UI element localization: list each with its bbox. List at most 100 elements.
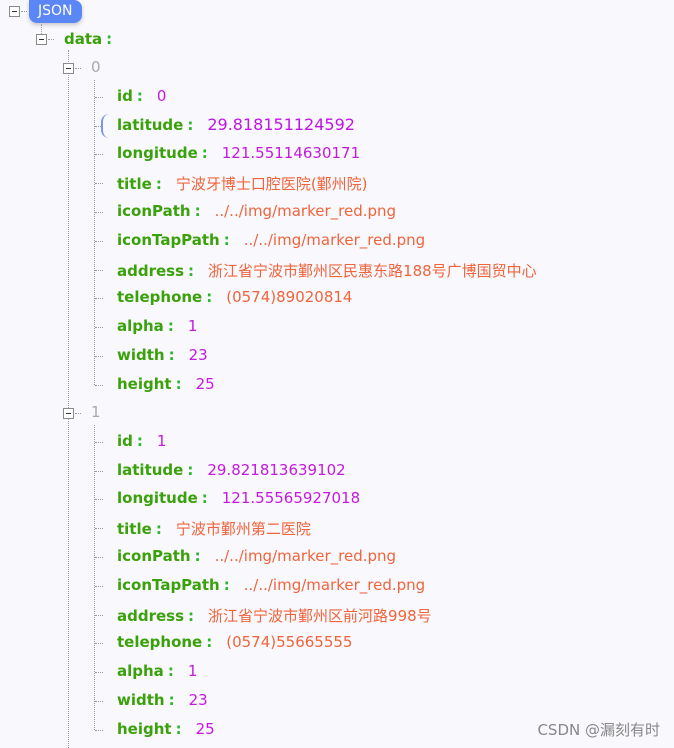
field-value[interactable]: 29.818151124592	[207, 115, 355, 134]
field-row-iconTapPath[interactable]: iconTapPath: ../../img/marker_red.png	[117, 231, 425, 249]
field-value[interactable]: 1	[157, 432, 167, 450]
field-colon: :	[201, 144, 208, 163]
field-key: iconPath	[117, 202, 191, 220]
field-row-address[interactable]: address: 浙江省宁波市鄞州区前河路998号	[117, 605, 432, 626]
field-key: telephone	[117, 288, 203, 307]
field-row-longitude[interactable]: longitude:121.55114630171	[117, 144, 360, 162]
collapse-toggle-item-0[interactable]	[63, 63, 74, 74]
field-value[interactable]: (0574)89020814	[226, 288, 352, 306]
field-colon: :	[223, 575, 230, 594]
field-value[interactable]: 121.55114630171	[222, 144, 360, 162]
field-row-address[interactable]: address: 浙江省宁波市鄞州区民惠东路188号广博国贸中心	[117, 260, 537, 281]
field-row-height[interactable]: height:25	[117, 720, 215, 738]
tree-connector	[95, 441, 103, 443]
field-row-alpha[interactable]: alpha:1	[117, 662, 197, 680]
collapse-toggle-root[interactable]	[9, 6, 20, 17]
tree-connector	[95, 470, 103, 472]
field-key: address	[117, 606, 185, 625]
field-row-title[interactable]: title: 宁波牙博士口腔医院(鄞州院)	[117, 173, 368, 194]
field-colon: :	[188, 606, 195, 625]
tree-connector	[95, 528, 103, 530]
field-row-telephone[interactable]: telephone: (0574)55665555	[117, 633, 352, 651]
field-row-telephone[interactable]: telephone: (0574)89020814	[117, 288, 352, 306]
field-value[interactable]: 25	[196, 720, 215, 738]
data-key[interactable]: data:	[64, 30, 112, 48]
field-row-iconPath[interactable]: iconPath: ../../img/marker_red.png	[117, 547, 396, 565]
field-row-width[interactable]: width:23	[117, 691, 208, 709]
field-row-latitude[interactable]: latitude:29.818151124592	[117, 115, 355, 134]
tree-connector	[48, 39, 54, 40]
field-value[interactable]: 宁波牙博士口腔医院(鄞州院)	[176, 175, 368, 193]
field-colon: :	[194, 547, 201, 565]
field-row-iconPath[interactable]: iconPath: ../../img/marker_red.png	[117, 202, 396, 220]
field-key: iconTapPath	[117, 230, 220, 249]
field-row-latitude[interactable]: latitude:29.821813639102	[117, 461, 346, 479]
tree-connector	[95, 384, 103, 386]
field-value[interactable]: 23	[189, 691, 208, 709]
field-value[interactable]: ../../img/marker_red.png	[215, 202, 396, 220]
array-index-label[interactable]: 1	[91, 403, 101, 421]
tree-connector	[95, 298, 103, 300]
field-value[interactable]: 宁波市鄞州第二医院	[176, 520, 311, 538]
field-colon: :	[223, 230, 230, 249]
tree-connector	[95, 499, 103, 501]
field-colon: :	[167, 317, 174, 336]
field-row-title[interactable]: title: 宁波市鄞州第二医院	[117, 518, 311, 539]
field-colon: :	[206, 288, 213, 307]
tree-connector	[95, 96, 103, 98]
tree-connector	[95, 269, 103, 271]
root-node-badge[interactable]: JSON	[29, 0, 82, 23]
field-value[interactable]: ../../img/marker_red.png	[215, 547, 396, 565]
tree-connector	[95, 240, 103, 242]
field-colon: :	[201, 489, 208, 508]
json-tree-viewer: JSON data: 0 id:0 latitude:29.818151124592…	[0, 0, 674, 748]
field-key: height	[117, 719, 172, 738]
collapse-toggle-item-1[interactable]	[63, 408, 74, 419]
tree-connector	[95, 356, 103, 357]
field-value[interactable]: 25	[196, 375, 215, 393]
field-value[interactable]: 浙江省宁波市鄞州区前河路998号	[208, 607, 432, 625]
field-colon: :	[136, 431, 143, 450]
field-value[interactable]: 121.55565927018	[222, 489, 360, 507]
field-key: longitude	[117, 144, 198, 163]
tree-connector	[95, 557, 103, 558]
field-key: title	[117, 520, 152, 539]
hover-bracket-indicator	[101, 114, 111, 138]
field-row-iconTapPath[interactable]: iconTapPath: ../../img/marker_red.png	[117, 576, 425, 594]
field-key: height	[117, 374, 172, 393]
field-colon: :	[155, 520, 162, 539]
tree-connector	[95, 585, 103, 587]
field-colon: :	[175, 374, 182, 393]
field-value[interactable]: ../../img/marker_red.png	[244, 231, 425, 249]
field-colon: :	[136, 86, 143, 105]
field-key: latitude	[117, 115, 184, 134]
tree-connector	[75, 68, 81, 69]
field-row-id[interactable]: id:1	[117, 432, 166, 450]
tree-connector	[21, 11, 27, 12]
field-row-width[interactable]: width:23	[117, 346, 208, 364]
field-key: id	[117, 431, 133, 450]
collapse-toggle-data[interactable]	[36, 34, 47, 45]
field-colon: :	[194, 202, 201, 220]
field-value[interactable]: 浙江省宁波市鄞州区民惠东路188号广博国贸中心	[208, 262, 537, 280]
field-row-height[interactable]: height:25	[117, 375, 215, 393]
field-value[interactable]: 1	[188, 662, 198, 680]
field-colon: :	[187, 460, 194, 479]
field-row-id[interactable]: id:0	[117, 87, 166, 105]
tree-connector	[95, 183, 103, 185]
field-value[interactable]: 23	[189, 346, 208, 364]
field-value[interactable]: 1	[188, 317, 198, 335]
field-value[interactable]: 29.821813639102	[207, 461, 345, 479]
field-colon: :	[155, 175, 162, 194]
field-row-alpha[interactable]: alpha:1	[117, 317, 197, 335]
tree-connector	[95, 154, 103, 156]
field-row-longitude[interactable]: longitude:121.55565927018	[117, 489, 360, 507]
array-index-label[interactable]: 0	[91, 58, 101, 76]
field-key: iconPath	[117, 547, 191, 565]
field-colon: :	[188, 261, 195, 280]
tree-connector	[95, 643, 103, 645]
field-value[interactable]: ../../img/marker_red.png	[244, 576, 425, 594]
field-value[interactable]: (0574)55665555	[226, 633, 352, 651]
field-colon: :	[187, 115, 194, 134]
field-value[interactable]: 0	[157, 87, 167, 105]
